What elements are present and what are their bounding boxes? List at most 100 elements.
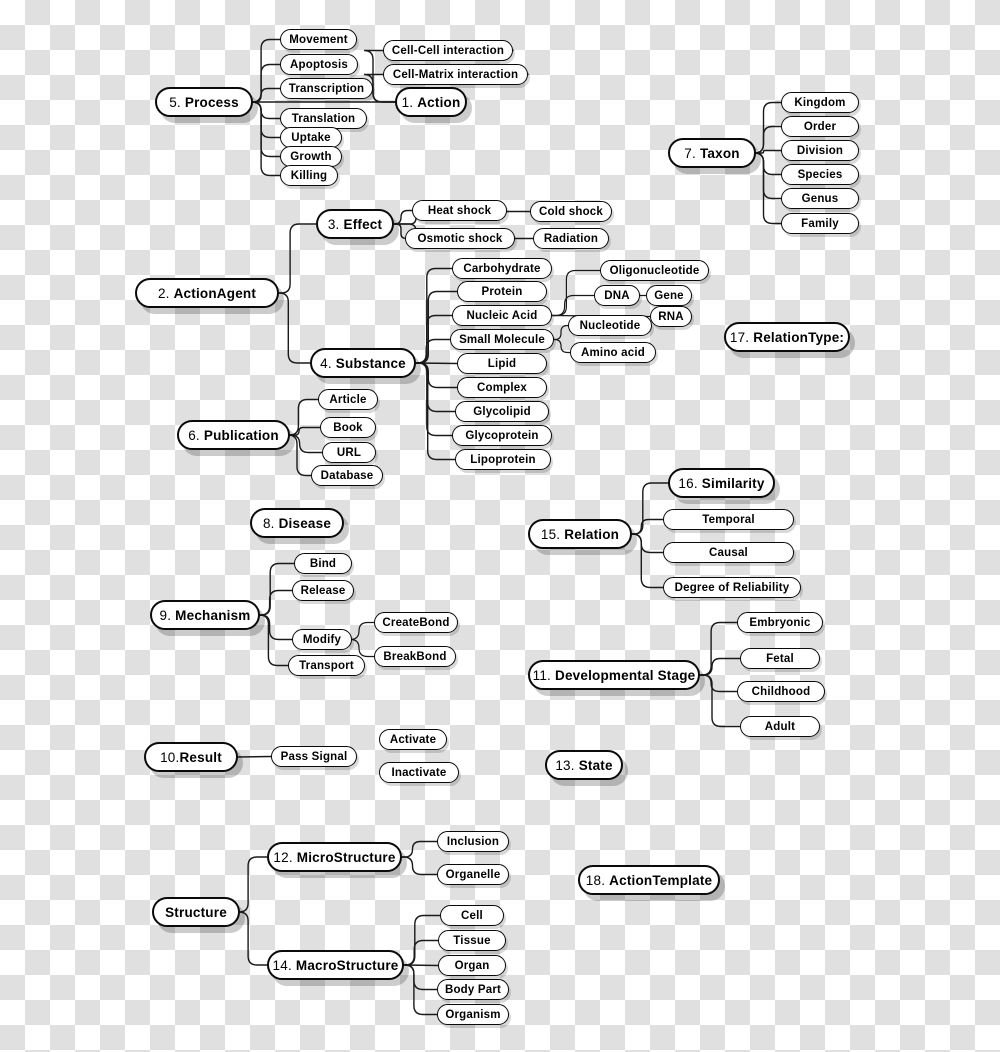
node-nucleotide[interactable]: Nucleotide [568,315,652,336]
node-passsignal[interactable]: Pass Signal [271,746,357,767]
node-lipid[interactable]: Lipid [457,353,547,374]
node-devstage[interactable]: 11. Developmental Stage [528,660,700,690]
node-oligonucleotide[interactable]: Oligonucleotide [600,260,709,281]
node-label: Pass Signal [280,750,348,763]
node-label: Organelle [445,868,501,881]
node-inactivate[interactable]: Inactivate [379,762,459,783]
node-uptake[interactable]: Uptake [280,127,342,148]
node-mechanism[interactable]: 9. Mechanism [150,600,260,630]
node-taxon[interactable]: 7. Taxon [668,138,756,168]
node-release[interactable]: Release [292,580,354,601]
node-label: Protein [481,285,523,298]
node-glycoprotein[interactable]: Glycoprotein [452,425,552,446]
node-rna[interactable]: RNA [650,306,692,327]
node-label: Killing [290,169,328,182]
edge-nucleicacid-to-oligonucleotide [551,269,601,317]
node-protein[interactable]: Protein [457,281,547,302]
node-adult[interactable]: Adult [740,716,820,737]
node-embryonic[interactable]: Embryonic [737,612,823,633]
node-translation[interactable]: Translation [280,108,367,129]
edge-microstructure-to-inclusion [401,840,438,858]
node-causal[interactable]: Causal [663,542,794,563]
node-tissue[interactable]: Tissue [438,930,506,951]
node-breakbond[interactable]: BreakBond [374,646,456,667]
node-label: Publication [203,427,279,443]
node-modify[interactable]: Modify [292,629,352,650]
edge-publication-to-url [289,434,323,454]
edge-publication-to-database [287,434,312,477]
node-article[interactable]: Article [318,389,378,410]
node-lipoprotein[interactable]: Lipoprotein [455,449,551,470]
node-smallmolecule[interactable]: Small Molecule [450,329,554,350]
node-glycolipid[interactable]: Glycolipid [455,401,549,422]
node-kingdom[interactable]: Kingdom [781,92,859,113]
node-carbohydrate[interactable]: Carbohydrate [452,258,552,279]
node-cellcell[interactable]: Cell-Cell interaction [383,40,513,61]
node-label: Developmental Stage [555,667,696,683]
node-family[interactable]: Family [781,213,859,234]
node-transcription[interactable]: Transcription [280,78,373,99]
node-database[interactable]: Database [311,465,383,486]
node-substance[interactable]: 4. Substance [310,348,416,378]
node-book[interactable]: Book [320,417,376,438]
node-action[interactable]: 1. Action [395,87,467,117]
node-bind[interactable]: Bind [294,553,352,574]
node-process[interactable]: 5. Process [155,87,253,117]
node-activate[interactable]: Activate [379,729,447,750]
node-cellmatrix[interactable]: Cell-Matrix interaction [383,64,528,85]
node-bodypart[interactable]: Body Part [437,979,509,1000]
node-disease[interactable]: 8. Disease [250,508,344,538]
node-reliability[interactable]: Degree of Reliability [663,577,801,598]
node-aminoacid[interactable]: Amino acid [570,342,656,363]
node-order[interactable]: Order [781,116,859,137]
node-organ[interactable]: Organ [438,955,506,976]
node-macrostructure[interactable]: 14. MacroStructure [267,950,404,980]
node-actiontemplate[interactable]: 18. ActionTemplate [578,865,720,895]
node-temporal[interactable]: Temporal [663,509,794,530]
node-transport[interactable]: Transport [288,655,365,676]
node-publication[interactable]: 6. Publication [177,420,290,450]
node-state[interactable]: 13. State [545,750,623,780]
node-number: 8. [262,515,275,531]
node-cell[interactable]: Cell [440,905,504,926]
node-microstructure[interactable]: 12. MicroStructure [267,842,402,872]
node-createbond[interactable]: CreateBond [374,612,458,633]
node-structure[interactable]: Structure [152,897,240,927]
node-growth[interactable]: Growth [280,146,342,167]
node-label: Glycoprotein [465,429,539,442]
node-organelle[interactable]: Organelle [437,864,509,885]
node-url[interactable]: URL [322,442,376,463]
node-apoptosis[interactable]: Apoptosis [280,54,358,75]
node-osmoticshock[interactable]: Osmotic shock [405,228,515,249]
node-inclusion[interactable]: Inclusion [437,831,509,852]
node-fetal[interactable]: Fetal [740,648,820,669]
node-number: 17. [729,329,750,345]
node-heatshock[interactable]: Heat shock [412,200,507,221]
node-nucleicacid[interactable]: Nucleic Acid [452,305,552,326]
node-killing[interactable]: Killing [280,165,338,186]
node-gene[interactable]: Gene [646,285,692,306]
node-label: Apoptosis [289,58,349,71]
node-genus[interactable]: Genus [781,188,859,209]
node-division[interactable]: Division [781,140,859,161]
node-label: Cell-Matrix interaction [392,68,519,81]
node-complex[interactable]: Complex [457,377,547,398]
node-species[interactable]: Species [781,164,859,185]
node-childhood[interactable]: Childhood [737,681,825,702]
node-relationtype[interactable]: 17. RelationType: [724,322,850,352]
node-coldshock[interactable]: Cold shock [530,201,612,222]
edge-substance-to-protein [415,290,458,364]
node-dna[interactable]: DNA [594,285,640,306]
node-label: Growth [290,150,332,163]
node-effect[interactable]: 3. Effect [316,209,394,239]
node-result[interactable]: 10. Result [144,742,238,772]
node-similarity[interactable]: 16. Similarity [668,468,775,498]
node-movement[interactable]: Movement [280,29,357,50]
node-relation[interactable]: 15. Relation [528,519,632,549]
node-actionagent[interactable]: 2. ActionAgent [135,278,279,308]
node-label: Species [797,168,843,181]
node-organism[interactable]: Organism [437,1004,509,1025]
node-label: Activate [389,733,437,746]
node-label: MacroStructure [295,957,399,973]
node-radiation[interactable]: Radiation [533,228,609,249]
